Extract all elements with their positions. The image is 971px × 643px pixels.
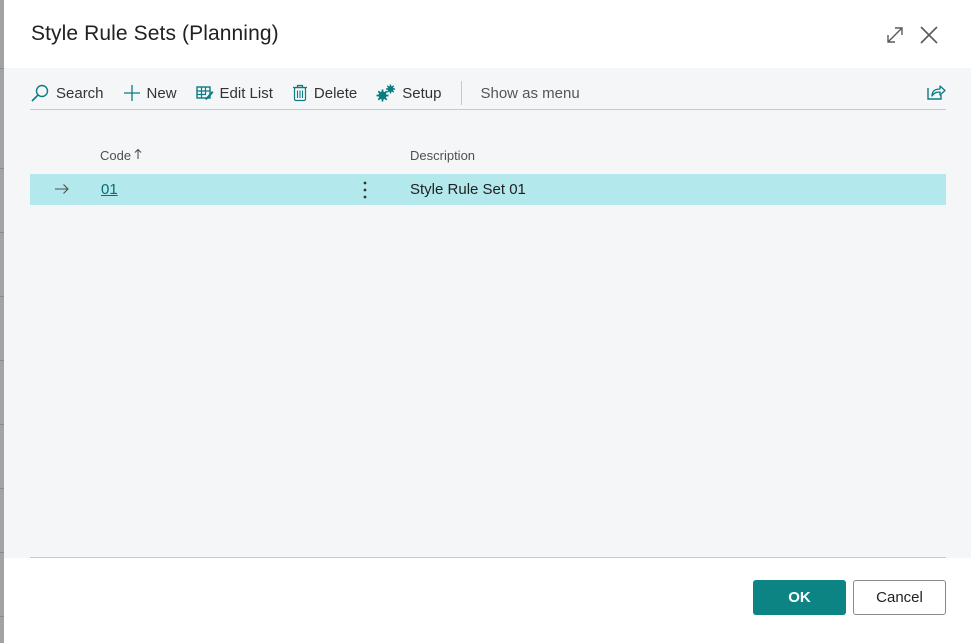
more-options-icon[interactable] [360,180,370,200]
table-row[interactable]: 01 Style Rule Set 01 [30,174,946,205]
dialog-title: Style Rule Sets (Planning) [31,22,279,45]
row-code-link[interactable]: 01 [101,181,118,198]
edit-list-button[interactable]: Edit List [195,84,273,102]
column-header-code[interactable]: Code [100,148,142,163]
row-description: Style Rule Set 01 [410,181,526,198]
setup-button[interactable]: Setup [376,84,441,102]
search-label: Search [56,84,104,102]
toolbar-divider [30,109,946,110]
new-label: New [146,84,177,102]
plus-icon [123,85,140,101]
close-icon[interactable] [918,24,940,46]
column-header-code-label: Code [100,148,132,163]
list-content-area: Search New Edit List Delete Setup Show a… [4,68,971,558]
footer-divider [30,557,946,558]
sort-ascending-icon [134,148,142,159]
trash-icon [292,84,307,102]
action-toolbar: Search New Edit List Delete Setup Show a… [30,76,946,110]
share-icon[interactable] [926,83,946,101]
delete-button[interactable]: Delete [292,84,357,102]
column-header-description[interactable]: Description [410,148,475,163]
ok-button[interactable]: OK [753,580,846,615]
show-as-menu-button[interactable]: Show as menu [480,85,579,102]
edit-list-label: Edit List [219,84,273,102]
new-button[interactable]: New [123,84,177,102]
style-rule-sets-dialog: Style Rule Sets (Planning) Search New Ed… [4,0,971,643]
toolbar-separator [461,81,463,105]
gears-icon [376,84,396,102]
setup-label: Setup [402,84,442,102]
row-selected-arrow-icon [55,184,69,194]
delete-label: Delete [313,84,358,102]
expand-icon[interactable] [884,24,906,46]
cancel-button[interactable]: Cancel [853,580,946,615]
search-button[interactable]: Search [30,83,104,103]
edit-list-icon [195,86,214,100]
search-icon [31,84,49,102]
